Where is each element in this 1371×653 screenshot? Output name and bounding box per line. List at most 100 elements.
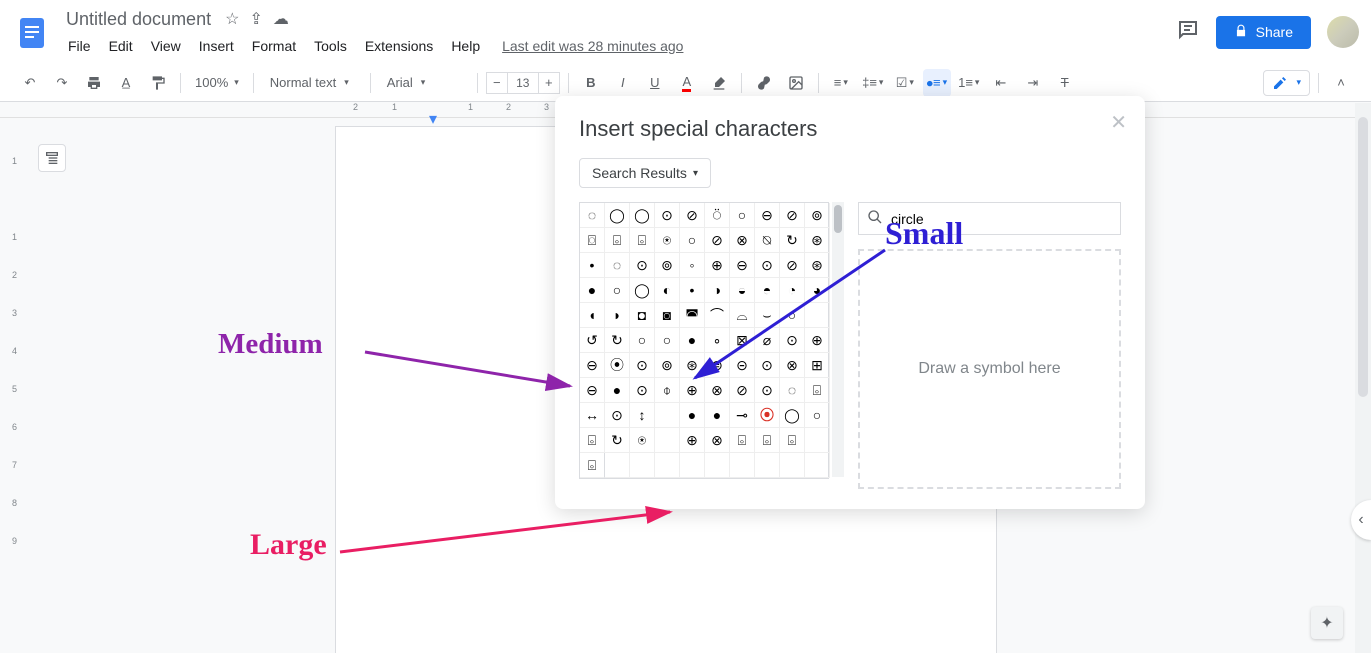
char-cell[interactable]: ⊙ [755, 353, 780, 378]
char-cell[interactable]: ⊞ [805, 353, 830, 378]
char-cell[interactable]: ○ [680, 228, 705, 253]
char-cell[interactable]: ⌽ [655, 378, 680, 403]
char-cell[interactable]: ● [605, 378, 630, 403]
font-family-select[interactable]: Arial [379, 71, 469, 94]
char-cell[interactable]: ◙ [655, 303, 680, 328]
text-color-button[interactable]: A [673, 69, 701, 97]
char-cell[interactable] [755, 453, 780, 478]
collapse-toolbar-button[interactable]: ˄ [1327, 69, 1355, 97]
char-cell[interactable] [805, 453, 830, 478]
menu-tools[interactable]: Tools [306, 34, 355, 58]
line-spacing-button[interactable]: ‡≡ [859, 69, 887, 97]
char-cell[interactable]: ⌻ [630, 228, 655, 253]
search-field[interactable] [891, 211, 1112, 227]
char-cell[interactable]: ⊕ [680, 378, 705, 403]
char-cell[interactable]: ⊖ [580, 378, 605, 403]
char-cell[interactable] [730, 453, 755, 478]
bold-button[interactable]: B [577, 69, 605, 97]
insert-link-button[interactable] [750, 69, 778, 97]
italic-button[interactable]: I [609, 69, 637, 97]
char-cell[interactable]: ⍟ [655, 228, 680, 253]
char-cell[interactable]: ⍉ [755, 228, 780, 253]
char-cell[interactable] [805, 428, 830, 453]
vertical-scrollbar[interactable] [1355, 103, 1371, 653]
char-cell[interactable]: ⊙ [755, 378, 780, 403]
char-cell[interactable]: ◘ [630, 303, 655, 328]
char-cell[interactable]: ○ [730, 203, 755, 228]
grid-scrollbar[interactable] [832, 202, 844, 477]
char-cell[interactable]: ∘ [705, 328, 730, 353]
char-cell[interactable]: ⊙ [605, 403, 630, 428]
checklist-button[interactable]: ☑ [891, 69, 919, 97]
char-cell[interactable]: ⌻ [755, 428, 780, 453]
char-cell[interactable]: ⊙ [630, 378, 655, 403]
close-icon[interactable]: ✕ [1110, 110, 1127, 135]
char-cell[interactable]: ⌻ [580, 428, 605, 453]
char-cell[interactable]: ↺ [580, 328, 605, 353]
last-edit-link[interactable]: Last edit was 28 minutes ago [502, 38, 683, 54]
char-cell[interactable]: ● [580, 278, 605, 303]
menu-view[interactable]: View [143, 34, 189, 58]
zoom-select[interactable]: 100% [189, 71, 245, 94]
char-cell[interactable]: ● [680, 403, 705, 428]
star-icon[interactable]: ☆ [225, 9, 239, 29]
char-cell[interactable]: ⊛ [805, 228, 830, 253]
vertical-ruler[interactable]: 1 1 2 3 4 5 6 7 8 9 [0, 118, 32, 653]
outline-toggle-button[interactable] [38, 144, 66, 172]
draw-symbol-area[interactable]: Draw a symbol here [858, 249, 1121, 489]
underline-button[interactable]: U [641, 69, 669, 97]
char-cell[interactable]: ⊙ [780, 328, 805, 353]
char-cell[interactable]: ⍥ [705, 203, 730, 228]
char-cell[interactable]: ⍟ [630, 428, 655, 453]
char-cell[interactable]: • [680, 278, 705, 303]
char-cell[interactable]: ● [680, 328, 705, 353]
char-cell[interactable]: ○ [655, 328, 680, 353]
char-cell[interactable]: ⊖ [580, 353, 605, 378]
char-cell[interactable]: ◚ [680, 303, 705, 328]
format-paint-button[interactable] [144, 69, 172, 97]
char-cell[interactable]: ⊙ [630, 353, 655, 378]
char-cell[interactable]: ○ [805, 403, 830, 428]
char-cell[interactable] [680, 453, 705, 478]
undo-button[interactable]: ↶ [16, 69, 44, 97]
char-cell[interactable]: ⌓ [730, 303, 755, 328]
char-cell[interactable]: ◦ [680, 253, 705, 278]
bulleted-list-button[interactable]: ⦁≡ [923, 69, 951, 97]
char-cell[interactable]: ◯ [630, 278, 655, 303]
menu-help[interactable]: Help [443, 34, 488, 58]
char-cell[interactable]: ◓ [755, 278, 780, 303]
char-cell[interactable]: ◕ [805, 278, 830, 303]
char-cell[interactable]: ↻ [605, 328, 630, 353]
menu-extensions[interactable]: Extensions [357, 34, 441, 58]
char-cell[interactable]: ⊚ [655, 353, 680, 378]
char-cell[interactable]: ⊗ [705, 428, 730, 453]
char-cell[interactable]: ⊚ [655, 253, 680, 278]
char-cell[interactable]: ◌ [780, 378, 805, 403]
char-cell[interactable]: ○ [780, 303, 805, 328]
menu-insert[interactable]: Insert [191, 34, 242, 58]
char-cell[interactable]: ⊚ [805, 203, 830, 228]
char-cell[interactable]: ⊠ [730, 328, 755, 353]
char-cell[interactable]: ⊛ [805, 253, 830, 278]
char-cell[interactable]: ⌼ [580, 228, 605, 253]
font-size-increase[interactable]: + [538, 72, 560, 94]
char-cell[interactable]: ↔ [580, 403, 605, 428]
font-size-value[interactable]: 13 [508, 72, 538, 94]
char-cell[interactable]: ◯ [605, 203, 630, 228]
char-cell[interactable]: ◌ [605, 253, 630, 278]
char-cell[interactable]: ⊘ [730, 378, 755, 403]
char-cell[interactable]: ● [705, 403, 730, 428]
char-cell[interactable] [655, 453, 680, 478]
char-cell[interactable]: ⊕ [680, 428, 705, 453]
decrease-indent-button[interactable]: ⇤ [987, 69, 1015, 97]
char-cell[interactable]: ⊖ [755, 203, 780, 228]
char-cell[interactable]: ⊗ [705, 378, 730, 403]
char-cell[interactable]: ⊜ [705, 353, 730, 378]
char-cell[interactable]: • [580, 253, 605, 278]
editing-mode-select[interactable] [1263, 70, 1310, 96]
char-cell[interactable]: ⌻ [805, 378, 830, 403]
char-cell[interactable]: ◯ [780, 403, 805, 428]
char-cell[interactable]: ↻ [780, 228, 805, 253]
paragraph-style-select[interactable]: Normal text [262, 71, 362, 94]
numbered-list-button[interactable]: 1≡ [955, 69, 983, 97]
